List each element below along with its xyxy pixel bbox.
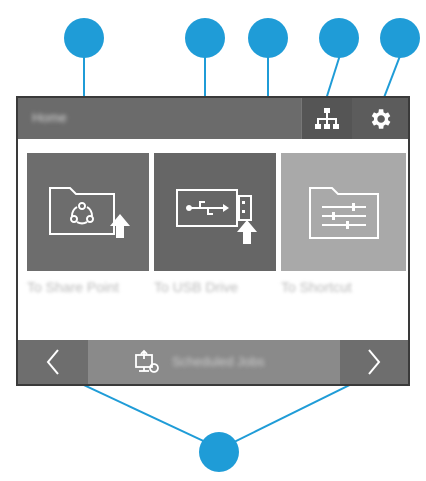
callout-dot-usb [185, 18, 225, 58]
callout-dot-navigation [199, 432, 239, 472]
annotated-screenshot: Home To Share Point To USB Drive To Shor… [0, 0, 426, 481]
control-panel-screen: Home To Share Point To USB Drive To Shor… [16, 96, 410, 386]
gear-icon [371, 108, 391, 129]
scheduled-jobs-label: Scheduled Jobs [172, 354, 265, 369]
bottom-bar: Scheduled Jobs [18, 340, 408, 384]
shortcut-folder-sliders-icon [308, 187, 379, 239]
callout-dot-shortcut [248, 18, 288, 58]
tile-usb-drive[interactable] [154, 153, 276, 271]
settings-button[interactable] [352, 98, 408, 139]
callout-dot-sharepoint [64, 18, 104, 58]
home-title: Home [32, 110, 67, 125]
callout-dot-network [319, 18, 359, 58]
tile-shortcut[interactable] [281, 153, 406, 271]
network-button[interactable] [301, 98, 352, 139]
scheduled-jobs-button[interactable]: Scheduled Jobs [88, 340, 340, 384]
next-page-button[interactable] [340, 340, 408, 384]
scheduled-jobs-icon [135, 349, 159, 373]
chevron-right-icon [368, 349, 381, 375]
chevron-left-icon [46, 349, 59, 375]
tile-label-shortcut: To Shortcut [281, 279, 352, 295]
usb-drive-upload-icon [176, 189, 257, 244]
sharepoint-folder-upload-icon [49, 187, 130, 238]
tile-sharepoint[interactable] [27, 153, 149, 271]
callout-dot-settings [380, 18, 420, 58]
tile-label-usb-drive: To USB Drive [154, 279, 239, 295]
network-icon [315, 107, 339, 129]
previous-page-button[interactable] [18, 340, 88, 384]
top-bar: Home [18, 98, 408, 139]
tile-label-sharepoint: To Share Point [27, 279, 119, 295]
